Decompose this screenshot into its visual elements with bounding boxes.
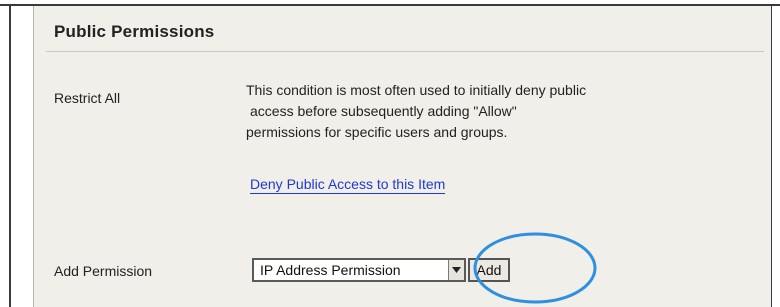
dropdown-toggle[interactable] (448, 260, 464, 280)
description-line: access before subsequently adding "Allow… (250, 103, 517, 119)
restrict-all-description: This condition is most often used to ini… (246, 80, 756, 143)
restrict-all-label: Restrict All (54, 90, 121, 106)
deny-public-access-link[interactable]: Deny Public Access to this Item (250, 176, 446, 194)
title-divider (46, 51, 764, 52)
section-title: Public Permissions (54, 22, 215, 41)
permission-type-select[interactable]: IP Address Permission (252, 258, 466, 282)
description-line: permissions for specific users and group… (246, 124, 508, 140)
selected-permission-type: IP Address Permission (260, 262, 401, 278)
add-permission-button[interactable]: Add (468, 258, 510, 282)
description-line: This condition is most often used to ini… (246, 82, 587, 98)
screenshot-frame: Public Permissions Restrict All This con… (0, 0, 780, 307)
public-permissions-panel: Public Permissions Restrict All This con… (33, 6, 771, 307)
outer-border-left (9, 4, 11, 307)
add-permission-label: Add Permission (54, 263, 153, 279)
chevron-down-icon (452, 267, 461, 273)
